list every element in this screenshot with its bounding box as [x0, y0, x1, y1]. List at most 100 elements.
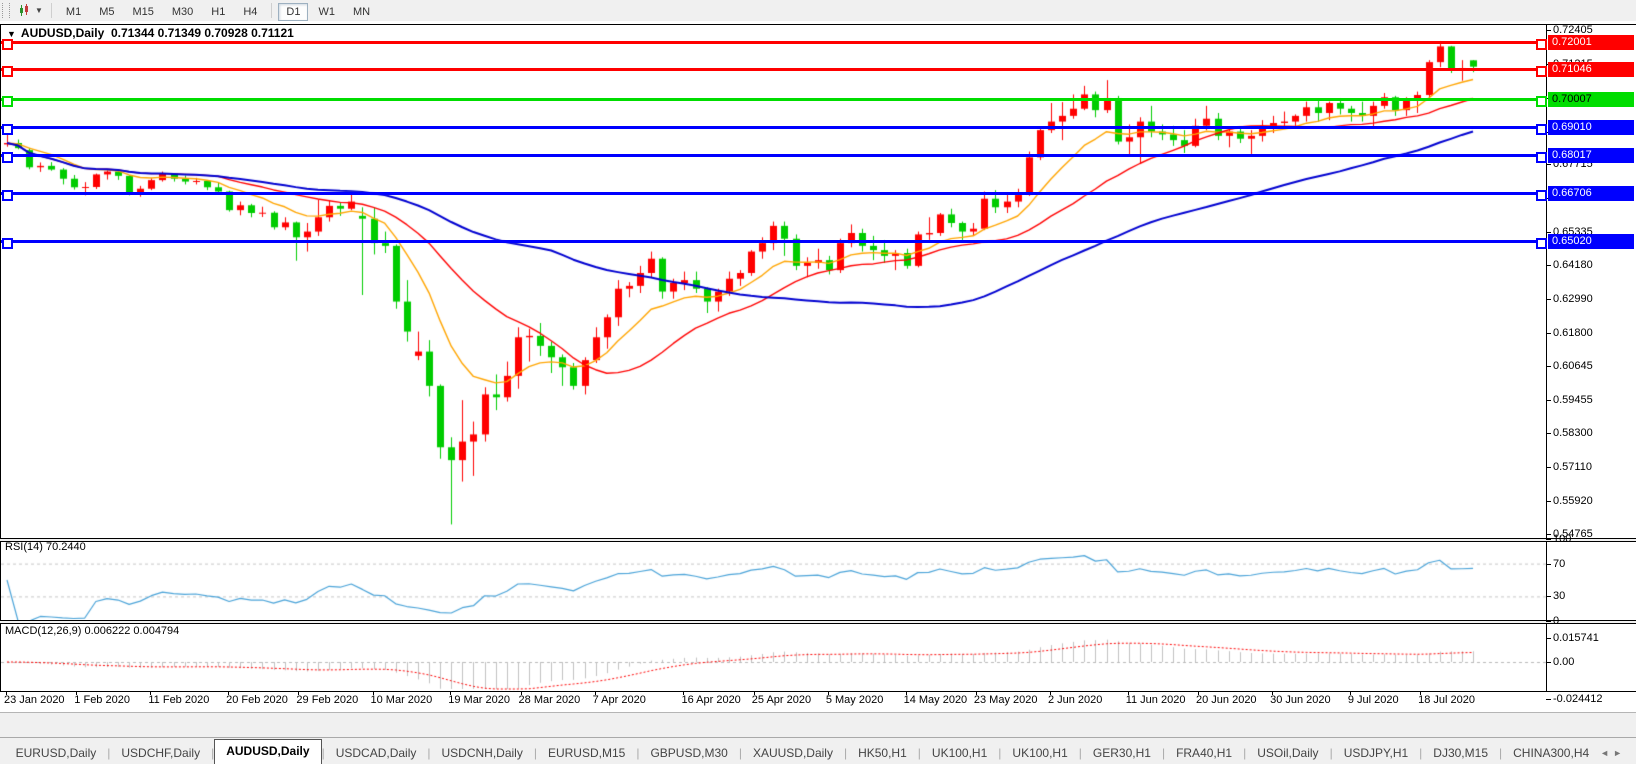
timeframe-toolbar: ▼ M1M5M15M30H1H4 D1W1MN	[0, 0, 1636, 22]
price-tick-dash	[1546, 501, 1551, 502]
hline-handle-left[interactable]	[2, 152, 13, 163]
timeframe-button-w1[interactable]: W1	[310, 3, 343, 21]
price-tick-dash	[1546, 30, 1551, 31]
hline-0.69010[interactable]	[1, 126, 1545, 129]
timeframe-button-h4[interactable]: H4	[235, 3, 265, 21]
candlestick-chart-icon	[19, 4, 32, 17]
date-label: 20 Feb 2020	[226, 694, 288, 706]
tab-scroll-arrows[interactable]: ◄►	[1600, 748, 1626, 764]
rsi-tick-dash	[1546, 596, 1551, 597]
price-tick-dash	[1546, 333, 1551, 334]
chart-tab-uk100-h1[interactable]: UK100,H1	[921, 742, 998, 764]
chart-tab-hk50-h1[interactable]: HK50,H1	[847, 742, 918, 764]
hline-price-tag: 0.72001	[1548, 35, 1634, 50]
chart-tab-gbpusd-m30[interactable]: GBPUSD,M30	[639, 742, 738, 764]
timeframe-button-h1[interactable]: H1	[203, 3, 233, 21]
hline-handle-left[interactable]	[2, 96, 13, 107]
date-label: 20 Jun 2020	[1196, 694, 1257, 706]
chart-tab-uk100-h1[interactable]: UK100,H1	[1001, 742, 1078, 764]
hline-handle-right[interactable]	[1536, 66, 1547, 77]
price-tick-label: 0.60645	[1553, 359, 1593, 373]
hline-handle-right[interactable]	[1536, 152, 1547, 163]
date-label: 5 May 2020	[826, 694, 883, 706]
hline-handle-right[interactable]	[1536, 190, 1547, 201]
timeframe-button-m5[interactable]: M5	[91, 3, 122, 21]
date-label: 19 Mar 2020	[448, 694, 510, 706]
chart-tab-xauusd-daily[interactable]: XAUUSD,Daily	[742, 742, 844, 764]
tab-scroll-right-icon[interactable]: ►	[1613, 748, 1626, 758]
hline-handle-right[interactable]	[1536, 39, 1547, 50]
hline-handle-left[interactable]	[2, 39, 13, 50]
hline-0.65020[interactable]	[1, 240, 1545, 243]
hline-handle-left[interactable]	[2, 66, 13, 77]
timeframe-button-d1[interactable]: D1	[278, 3, 308, 21]
hline-handle-left[interactable]	[2, 190, 13, 201]
hline-handle-right[interactable]	[1536, 238, 1547, 249]
chart-tab-usoil-daily[interactable]: USOil,Daily	[1246, 742, 1329, 764]
hline-0.72001[interactable]	[1, 41, 1545, 44]
price-tick-dash	[1546, 433, 1551, 434]
hline-0.66706[interactable]	[1, 192, 1545, 195]
chart-type-button[interactable]: ▼	[16, 3, 46, 18]
price-chart-canvas[interactable]	[1, 25, 1546, 538]
date-label: 11 Feb 2020	[148, 694, 209, 706]
chart-tab-dj30-m15[interactable]: DJ30,M15	[1422, 742, 1499, 764]
chart-tab-usdjpy-h1[interactable]: USDJPY,H1	[1333, 742, 1419, 764]
macd-tick-dash	[1546, 699, 1551, 700]
price-tick-dash	[1546, 164, 1551, 165]
chart-frame-bottom	[0, 691, 1636, 692]
toolbar-separator	[51, 3, 52, 18]
timeframe-button-m15[interactable]: M15	[124, 3, 161, 21]
hline-price-tag: 0.66706	[1548, 186, 1634, 201]
rsi-tick-label: 100	[1553, 532, 1571, 546]
rsi-tick-label: 70	[1553, 557, 1565, 571]
date-label: 23 May 2020	[974, 694, 1038, 706]
timeframe-button-m30[interactable]: M30	[164, 3, 201, 21]
price-tick-dash	[1546, 366, 1551, 367]
date-label: 30 Jun 2020	[1270, 694, 1331, 706]
date-label: 14 May 2020	[904, 694, 968, 706]
hline-handle-right[interactable]	[1536, 96, 1547, 107]
macd-panel-canvas[interactable]	[1, 624, 1546, 691]
chart-tab-eurusd-m15[interactable]: EURUSD,M15	[537, 742, 636, 764]
ohlc-readout: 0.71344 0.71349 0.70928 0.71121	[111, 26, 294, 40]
rsi-tick-dash	[1546, 539, 1551, 540]
chart-tab-usdcad-daily[interactable]: USDCAD,Daily	[325, 742, 428, 764]
hline-price-tag: 0.69010	[1548, 120, 1634, 135]
hline-handle-left[interactable]	[2, 124, 13, 135]
hline-0.70007[interactable]	[1, 98, 1545, 101]
macd-label: MACD(12,26,9) 0.006222 0.004794	[5, 625, 179, 637]
date-label: 18 Jul 2020	[1418, 694, 1475, 706]
tab-scroll-left-icon[interactable]: ◄	[1600, 748, 1613, 758]
chart-tab-usdcnh-daily[interactable]: USDCNH,Daily	[431, 742, 534, 764]
date-label: 2 Jun 2020	[1048, 694, 1102, 706]
price-tick-dash	[1546, 232, 1551, 233]
chart-tab-usdchf-daily[interactable]: USDCHF,Daily	[110, 742, 211, 764]
hline-0.71046[interactable]	[1, 68, 1545, 71]
price-tick-dash	[1546, 467, 1551, 468]
price-tick-label: 0.62990	[1553, 292, 1593, 306]
hline-0.68017[interactable]	[1, 154, 1545, 157]
chart-tab-eurusd-daily[interactable]: EURUSD,Daily	[5, 742, 108, 764]
date-label: 25 Apr 2020	[752, 694, 811, 706]
price-tick-label: 0.64180	[1553, 258, 1593, 272]
chart-tab-ger30-h1[interactable]: GER30,H1	[1082, 742, 1162, 764]
price-tick-dash	[1546, 400, 1551, 401]
hline-handle-left[interactable]	[2, 238, 13, 249]
timeframe-button-m1[interactable]: M1	[58, 3, 89, 21]
chart-tabbar: EURUSD,Daily|USDCHF,Daily|AUDUSD,Daily|U…	[0, 737, 1636, 764]
rsi-panel-canvas[interactable]	[1, 542, 1546, 620]
chart-menu-caret-icon[interactable]: ▼	[7, 29, 16, 39]
timeframe-button-mn[interactable]: MN	[345, 3, 378, 21]
toolbar-grip[interactable]	[2, 3, 10, 18]
chart-tab-audusd-daily[interactable]: AUDUSD,Daily	[214, 739, 321, 764]
macd-tick-dash	[1546, 662, 1551, 663]
date-label: 9 Jul 2020	[1348, 694, 1399, 706]
hline-handle-right[interactable]	[1536, 124, 1547, 135]
chart-tab-fra40-h1[interactable]: FRA40,H1	[1165, 742, 1243, 764]
hline-price-tag: 0.71046	[1548, 62, 1634, 77]
date-label: 16 Apr 2020	[681, 694, 740, 706]
rsi-tick-dash	[1546, 564, 1551, 565]
chart-tab-china300-h4[interactable]: CHINA300,H4	[1502, 742, 1600, 764]
price-tick-label: 0.59455	[1553, 393, 1593, 407]
